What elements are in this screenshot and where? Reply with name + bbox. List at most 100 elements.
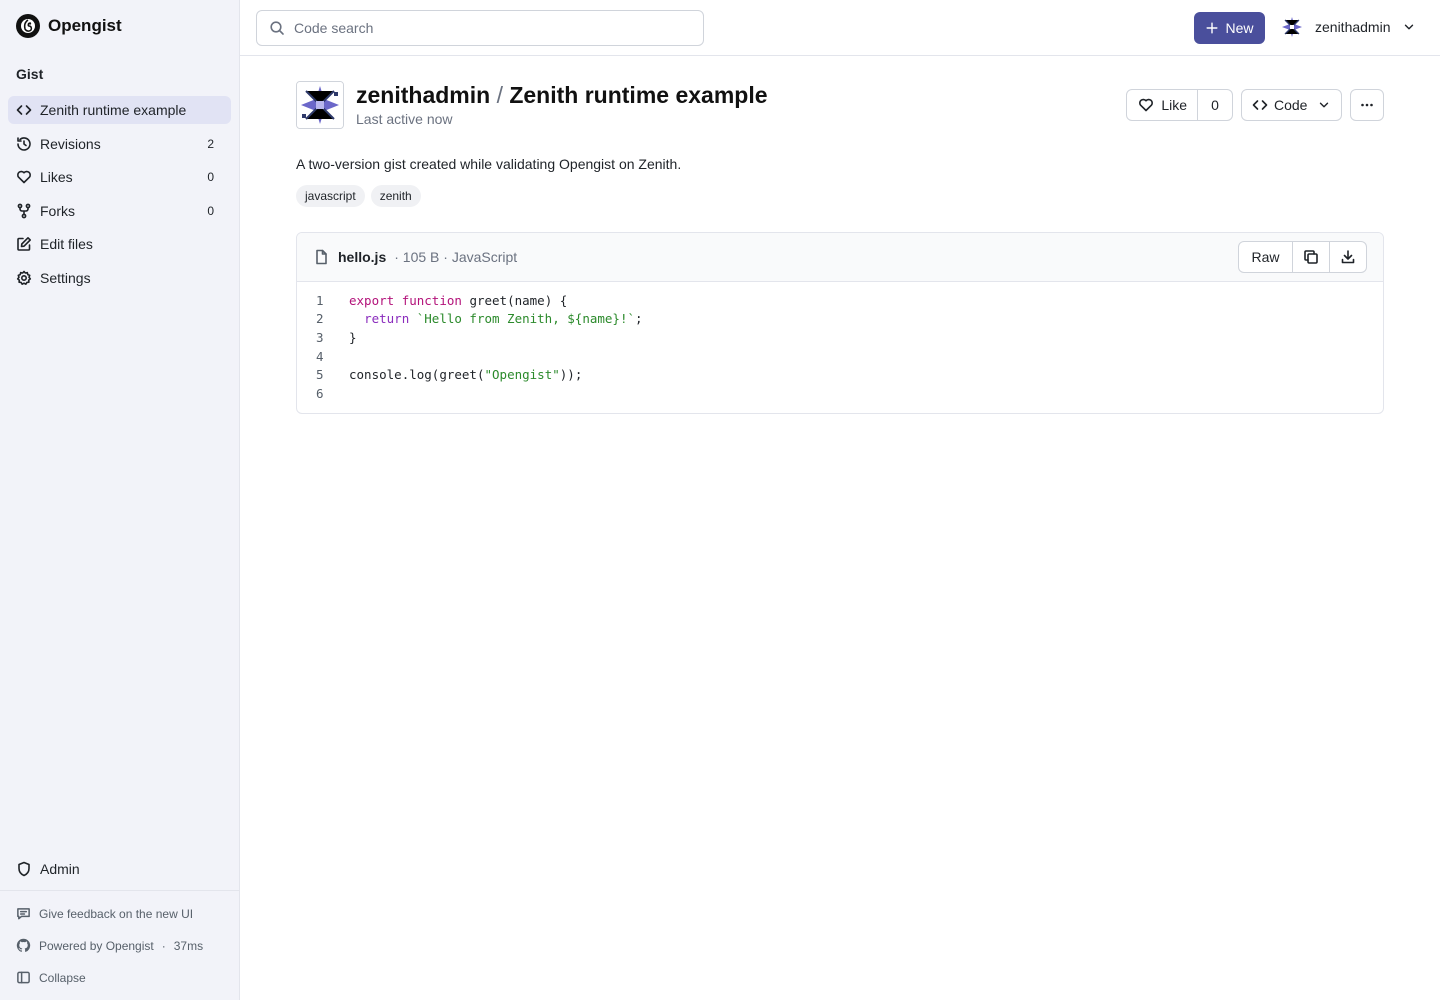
code-line: 6 (297, 384, 1383, 403)
opengist-logo-icon (16, 14, 40, 38)
collapse-button[interactable]: Collapse (16, 970, 86, 985)
sidebar-item-admin[interactable]: Admin (8, 855, 231, 883)
code-icon (16, 102, 32, 118)
code-text: export function greet(name) { (349, 292, 568, 308)
sidebar-collapse-icon (16, 970, 31, 985)
file-card: hello.js · 105 B · JavaScript Raw 1 expo… (296, 232, 1384, 414)
topbar: New zenithadmin (240, 0, 1440, 56)
brand-name: Opengist (48, 16, 122, 35)
username: zenithadmin (1315, 19, 1391, 35)
search-input[interactable] (294, 20, 691, 36)
sidebar-admin-section: Admin (8, 855, 231, 889)
owner-avatar[interactable] (296, 81, 344, 129)
sidebar: Opengist Gist Zenith runtime example Rev… (0, 0, 240, 1000)
github-icon (16, 938, 31, 953)
sidebar-item-label: Zenith runtime example (40, 102, 187, 118)
sidebar-nav: Zenith runtime example Revisions 2 Likes… (8, 96, 231, 297)
line-number[interactable]: 3 (297, 330, 349, 345)
raw-button[interactable]: Raw (1238, 241, 1293, 273)
file-name[interactable]: hello.js (338, 249, 386, 265)
like-button[interactable]: Like (1126, 89, 1198, 121)
download-button[interactable] (1330, 241, 1367, 273)
owner-link[interactable]: zenithadmin (356, 82, 490, 108)
last-active: Last active now (356, 111, 453, 127)
gist-description: A two-version gist created while validat… (296, 156, 682, 172)
forks-count: 0 (207, 203, 214, 218)
feedback-link[interactable]: Give feedback on the new UI (16, 906, 193, 921)
gist-actions: Like 0 Code (1126, 89, 1384, 121)
code-label: Code (1274, 97, 1308, 113)
new-gist-button[interactable]: New (1194, 12, 1265, 44)
search-icon (269, 20, 285, 36)
tag-list: javascript zenith (296, 185, 421, 207)
sidebar-item-label: Admin (40, 861, 80, 877)
sidebar-item-label: Edit files (40, 236, 93, 252)
sidebar-item-forks[interactable]: Forks 0 (8, 197, 231, 225)
copy-button[interactable] (1293, 241, 1330, 273)
sidebar-item-revisions[interactable]: Revisions 2 (8, 130, 231, 158)
chevron-down-icon (1402, 20, 1416, 34)
dot-separator: · (161, 938, 166, 953)
tag[interactable]: zenith (370, 185, 421, 207)
like-count[interactable]: 0 (1198, 89, 1233, 121)
sidebar-divider (0, 890, 239, 891)
brand[interactable]: Opengist (16, 14, 122, 38)
search-box[interactable] (256, 10, 704, 46)
sidebar-item-label: Settings (40, 269, 91, 286)
gist-name[interactable]: Zenith runtime example (509, 82, 767, 108)
powered-label: Powered by Opengist (39, 938, 154, 953)
code-icon (1252, 97, 1268, 113)
message-icon (16, 906, 31, 921)
ellipsis-icon (1359, 97, 1375, 113)
sidebar-item-label: Forks (40, 202, 75, 219)
line-number[interactable]: 2 (297, 311, 349, 326)
revisions-count: 2 (207, 136, 214, 151)
code-dropdown-button[interactable]: Code (1241, 89, 1342, 121)
feedback-label: Give feedback on the new UI (39, 906, 194, 921)
copy-icon (1303, 249, 1319, 265)
likes-count: 0 (207, 170, 214, 184)
sidebar-heading: Gist (16, 66, 44, 82)
code-line: 3 } (297, 328, 1383, 347)
line-number[interactable]: 1 (297, 293, 349, 308)
line-number[interactable]: 4 (297, 349, 349, 364)
title-separator: / (496, 82, 503, 108)
sidebar-item-likes[interactable]: Likes 0 (8, 163, 231, 191)
code-text: return `Hello from Zenith, ${name}!`; (364, 311, 643, 327)
tag[interactable]: javascript (296, 185, 365, 207)
collapse-label: Collapse (39, 970, 86, 985)
edit-icon (16, 236, 32, 252)
plus-icon (1205, 21, 1219, 35)
code-text: console.log(greet("Opengist")); (349, 367, 583, 383)
file-actions: Raw (1238, 241, 1367, 273)
user-menu[interactable]: zenithadmin (1280, 15, 1416, 39)
history-icon (16, 136, 32, 152)
file-icon (313, 249, 329, 265)
sidebar-item-edit-files[interactable]: Edit files (8, 230, 231, 258)
file-header: hello.js · 105 B · JavaScript Raw (297, 233, 1383, 282)
like-label: Like (1161, 97, 1187, 113)
more-options-button[interactable] (1350, 89, 1384, 121)
sidebar-item-label: Revisions (40, 135, 101, 152)
gist-title: zenithadmin / Zenith runtime example (356, 80, 768, 110)
gist-title-block: zenithadmin / Zenith runtime example Las… (356, 81, 768, 129)
sidebar-item-settings[interactable]: Settings (8, 264, 231, 292)
file-meta: · 105 B · JavaScript (394, 249, 518, 265)
line-number[interactable]: 6 (297, 386, 349, 401)
heart-icon (16, 169, 32, 185)
powered-by: Powered by Opengist · 37ms (16, 938, 203, 953)
sidebar-item-label: Likes (40, 169, 73, 185)
gist-header: zenithadmin / Zenith runtime example Las… (296, 81, 768, 129)
gear-icon (16, 270, 32, 286)
fork-icon (16, 203, 32, 219)
heart-icon (1138, 97, 1154, 113)
code-text: } (349, 329, 357, 345)
download-icon (1340, 249, 1356, 265)
line-number[interactable]: 5 (297, 367, 349, 382)
code-line: 1 export function greet(name) { (297, 291, 1383, 310)
chevron-down-icon (1317, 98, 1331, 112)
render-timing: 37ms (173, 938, 204, 953)
sidebar-item-gist[interactable]: Zenith runtime example (8, 96, 231, 124)
code-line: 2 return `Hello from Zenith, ${name}!`; (297, 310, 1383, 329)
code-line: 5 console.log(greet("Opengist")); (297, 365, 1383, 384)
